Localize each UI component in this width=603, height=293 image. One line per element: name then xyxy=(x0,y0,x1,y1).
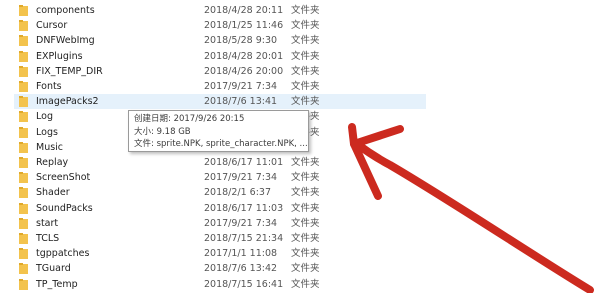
file-row[interactable]: ScreenShot 2017/9/21 7:34 文件夹 xyxy=(14,170,426,185)
file-type: 文件夹 xyxy=(291,202,320,214)
file-row[interactable]: Cursor 2018/1/25 11:46 文件夹 xyxy=(14,18,426,33)
file-row[interactable]: Replay 2018/6/17 11:01 文件夹 xyxy=(14,155,426,170)
file-row[interactable]: EXPlugins 2018/4/28 20:01 文件夹 xyxy=(14,49,426,64)
file-date: 2018/7/15 21:34 xyxy=(204,233,284,244)
file-name[interactable]: TP_Temp xyxy=(36,277,78,292)
file-name[interactable]: tgppatches xyxy=(36,246,89,261)
file-name[interactable]: EXPlugins xyxy=(36,49,83,64)
tooltip-files: 文件: sprite.NPK, sprite_character.NPK, ..… xyxy=(134,139,308,149)
file-type: 文件夹 xyxy=(291,50,320,62)
file-date: 2018/1/25 11:46 xyxy=(204,20,284,32)
folder-icon xyxy=(19,111,28,123)
file-name[interactable]: Shader xyxy=(36,185,70,200)
folder-icon xyxy=(19,5,28,16)
file-date: 2018/6/17 11:03 xyxy=(204,202,284,214)
file-type: 文件夹 xyxy=(291,157,320,168)
file-row[interactable]: TGuard 2018/7/6 13:42 文件夹 xyxy=(14,261,426,276)
file-row[interactable]: Shader 2018/2/1 6:37 文件夹 xyxy=(14,185,426,200)
folder-icon xyxy=(19,202,28,214)
file-name[interactable]: Fonts xyxy=(36,79,62,94)
folder-icon xyxy=(19,126,28,138)
folder-icon xyxy=(19,278,28,290)
file-name[interactable]: components xyxy=(36,3,95,18)
file-name[interactable]: Log xyxy=(36,109,53,124)
file-date: 2017/1/1 11:08 xyxy=(204,248,278,260)
file-row[interactable]: SoundPacks 2018/6/17 11:03 文件夹 xyxy=(14,201,426,216)
file-date: 2018/4/28 20:01 xyxy=(204,50,284,62)
folder-icon xyxy=(19,248,28,260)
file-type: 文件夹 xyxy=(291,35,320,47)
file-name[interactable]: ImagePacks2 xyxy=(36,94,99,109)
file-type: 文件夹 xyxy=(291,248,320,260)
file-row[interactable]: tgppatches 2017/1/1 11:08 文件夹 xyxy=(14,246,426,261)
file-type: 文件夹 xyxy=(291,217,320,229)
file-date: 2018/7/15 16:41 xyxy=(204,278,284,290)
folder-icon xyxy=(19,233,28,244)
file-type: 文件夹 xyxy=(291,172,320,184)
file-name[interactable]: DNFWebImg xyxy=(36,33,95,48)
file-type: 文件夹 xyxy=(291,278,320,290)
file-date: 2018/7/6 13:41 xyxy=(204,96,278,108)
folder-icon xyxy=(19,65,28,77)
file-row[interactable]: DNFWebImg 2018/5/28 9:30 文件夹 xyxy=(14,33,426,48)
file-type: 文件夹 xyxy=(291,5,320,16)
file-type: 文件夹 xyxy=(291,96,320,108)
folder-icon xyxy=(19,172,28,184)
folder-icon xyxy=(19,263,28,275)
file-date: 2018/7/6 13:42 xyxy=(204,263,278,275)
file-row[interactable]: start 2017/9/21 7:34 文件夹 xyxy=(14,216,426,231)
file-name[interactable]: Logs xyxy=(36,125,58,140)
folder-icon xyxy=(19,81,28,92)
file-name[interactable]: ScreenShot xyxy=(36,170,90,185)
tooltip-size: 大小: 9.18 GB xyxy=(134,126,191,137)
file-row[interactable]: Fonts 2017/9/21 7:34 文件夹 xyxy=(14,79,426,94)
file-date: 2018/4/26 20:00 xyxy=(204,65,284,77)
folder-icon xyxy=(19,141,28,153)
file-type: 文件夹 xyxy=(291,81,320,92)
file-row[interactable]: ImagePacks2 2018/7/6 13:41 文件夹 xyxy=(14,94,426,110)
file-date: 2018/6/17 11:01 xyxy=(204,157,284,168)
file-name[interactable]: Cursor xyxy=(36,18,67,33)
folder-icon xyxy=(19,20,28,32)
file-type: 文件夹 xyxy=(291,263,320,275)
file-row[interactable]: TCLS 2018/7/15 21:34 文件夹 xyxy=(14,231,426,246)
file-date: 2018/2/1 6:37 xyxy=(204,187,272,199)
file-type: 文件夹 xyxy=(291,65,320,77)
tooltip-created-date: 创建日期: 2017/9/26 20:15 xyxy=(134,114,245,124)
file-name[interactable]: Replay xyxy=(36,155,68,170)
file-name[interactable]: SoundPacks xyxy=(36,201,93,216)
folder-icon xyxy=(19,50,28,62)
file-type: 文件夹 xyxy=(291,187,320,199)
file-date: 2018/4/28 20:11 xyxy=(204,5,284,16)
folder-icon xyxy=(19,157,28,168)
file-row[interactable]: components 2018/4/28 20:11 文件夹 xyxy=(14,3,426,18)
file-name[interactable]: Music xyxy=(36,140,63,155)
file-name[interactable]: FIX_TEMP_DIR xyxy=(36,64,103,79)
file-date: 2017/9/21 7:34 xyxy=(204,81,278,92)
file-date: 2017/9/21 7:34 xyxy=(204,217,278,229)
file-type: 文件夹 xyxy=(291,20,320,32)
folder-icon xyxy=(19,187,28,199)
file-name[interactable]: start xyxy=(36,216,58,231)
file-type: 文件夹 xyxy=(291,233,320,244)
file-date: 2018/5/28 9:30 xyxy=(204,35,278,47)
file-name[interactable]: TCLS xyxy=(36,231,59,246)
folder-icon xyxy=(19,96,28,108)
file-date: 2017/9/21 7:34 xyxy=(204,172,278,184)
file-row[interactable]: TP_Temp 2018/7/15 16:41 文件夹 xyxy=(14,277,426,292)
folder-icon xyxy=(19,217,28,229)
folder-info-tooltip: 创建日期: 2017/9/26 20:15 大小: 9.18 GB 文件: sp… xyxy=(128,110,309,152)
folder-icon xyxy=(19,35,28,47)
file-name[interactable]: TGuard xyxy=(36,261,71,276)
file-row[interactable]: FIX_TEMP_DIR 2018/4/26 20:00 文件夹 xyxy=(14,64,426,79)
